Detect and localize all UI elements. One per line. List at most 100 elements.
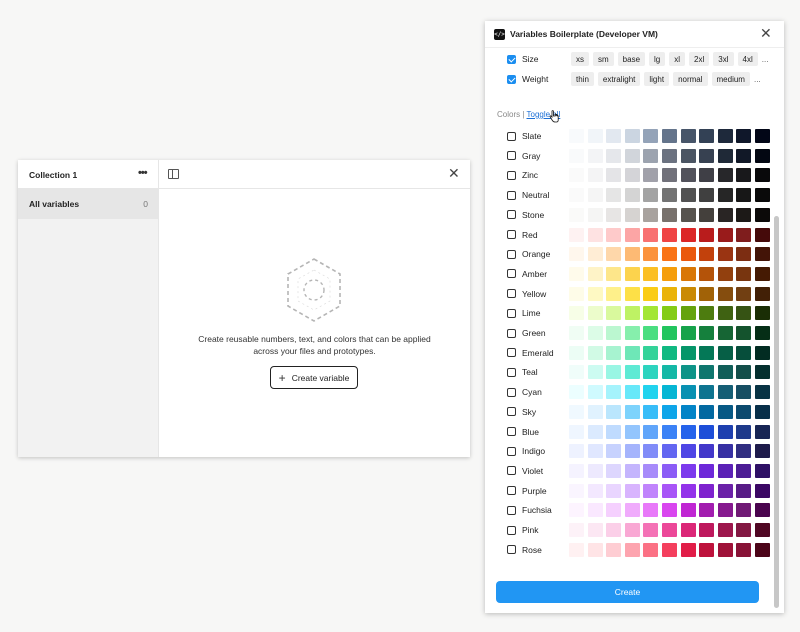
color-checkbox[interactable] [507, 131, 516, 141]
color-row-green[interactable]: Green [507, 326, 577, 340]
color-checkbox[interactable] [507, 545, 516, 555]
color-swatch [606, 424, 622, 439]
create-variable-label: Create variable [291, 372, 350, 383]
color-checkbox[interactable] [507, 505, 516, 515]
color-swatch [569, 247, 584, 262]
color-swatch [717, 444, 733, 459]
size-chip[interactable]: lg [649, 52, 666, 66]
color-swatch [754, 463, 770, 478]
color-checkbox[interactable] [507, 486, 516, 496]
color-row-lime[interactable]: Lime [507, 306, 577, 320]
color-row-amber[interactable]: Amber [507, 267, 577, 281]
close-icon[interactable]: ✕ [760, 26, 772, 40]
color-checkbox[interactable] [507, 230, 516, 239]
color-swatch [643, 148, 659, 163]
size-chip[interactable]: 2xl [689, 52, 710, 66]
option-row-size[interactable]: Size [507, 52, 567, 66]
scrollbar-thumb[interactable] [774, 216, 779, 608]
color-checkbox[interactable] [507, 446, 516, 456]
color-swatch [736, 385, 752, 400]
create-variable-button[interactable]: + Create variable [270, 366, 358, 389]
color-swatch [680, 326, 696, 340]
size-chip[interactable]: 3xl [713, 52, 734, 66]
color-row-pink[interactable]: Pink [507, 523, 577, 537]
size-chip[interactable]: base [617, 52, 646, 66]
color-swatch [569, 404, 584, 419]
color-checkbox[interactable] [507, 427, 516, 436]
color-swatch [624, 266, 640, 281]
color-swatch [569, 463, 584, 478]
color-swatch [661, 207, 677, 222]
weight-checkbox[interactable] [507, 74, 516, 84]
color-swatch [717, 424, 733, 439]
color-row-red[interactable]: Red [507, 228, 577, 242]
weight-chip[interactable]: extralight [597, 72, 641, 86]
color-swatch [587, 207, 603, 222]
weight-chip[interactable]: medium [711, 72, 750, 86]
color-row-indigo[interactable]: Indigo [507, 444, 577, 458]
size-checkbox[interactable] [507, 54, 516, 64]
color-row-gray[interactable]: Gray [507, 149, 577, 163]
color-row-fuchsia[interactable]: Fuchsia [507, 503, 577, 517]
color-row-emerald[interactable]: Emerald [507, 346, 577, 360]
color-checkbox[interactable] [507, 289, 516, 299]
color-row-yellow[interactable]: Yellow [507, 287, 577, 301]
option-row-weight[interactable]: Weight [507, 72, 567, 86]
color-row-cyan[interactable]: Cyan [507, 385, 577, 399]
color-swatch [587, 463, 603, 478]
sidebar-item-all-variables[interactable]: All variables 0 [18, 189, 159, 219]
color-checkbox[interactable] [507, 170, 516, 180]
close-icon[interactable]: ✕ [448, 166, 460, 180]
color-swatch [754, 503, 770, 518]
size-chip[interactable]: 4xl [737, 52, 758, 66]
color-swatch [661, 306, 677, 321]
weight-chip[interactable]: thin [571, 72, 594, 86]
color-swatch [699, 168, 715, 183]
color-row-violet[interactable]: Violet [507, 464, 577, 478]
color-swatch [624, 542, 640, 557]
color-checkbox[interactable] [507, 328, 516, 338]
color-checkbox[interactable] [507, 269, 516, 279]
color-swatch [643, 523, 659, 537]
color-swatch [754, 444, 770, 459]
color-swatch [699, 365, 715, 380]
color-row-purple[interactable]: Purple [507, 484, 577, 498]
size-chip[interactable]: sm [593, 52, 614, 66]
color-checkbox[interactable] [507, 367, 516, 377]
color-swatches [569, 326, 774, 340]
size-chip[interactable]: xs [571, 52, 589, 66]
create-button[interactable]: Create [496, 581, 759, 603]
size-chip[interactable]: xl [669, 52, 686, 66]
color-swatch [624, 345, 640, 360]
color-row-blue[interactable]: Blue [507, 425, 577, 439]
color-swatch [569, 326, 584, 340]
color-swatch [736, 483, 752, 498]
color-checkbox[interactable] [507, 190, 516, 200]
color-checkbox[interactable] [507, 308, 516, 318]
color-checkbox[interactable] [507, 525, 516, 535]
color-row-orange[interactable]: Orange [507, 247, 577, 261]
color-row-stone[interactable]: Stone [507, 208, 577, 222]
color-row-rose[interactable]: Rose [507, 543, 577, 557]
weight-chip[interactable]: light [644, 72, 670, 86]
color-row-teal[interactable]: Teal [507, 365, 577, 379]
color-checkbox[interactable] [507, 387, 516, 397]
color-row-neutral[interactable]: Neutral [507, 188, 577, 202]
more-options-icon[interactable]: ••• [138, 167, 148, 179]
color-checkbox[interactable] [507, 466, 516, 476]
color-row-zinc[interactable]: Zinc [507, 168, 577, 182]
variables-panel: Collection 1 ••• ✕ All variables 0 Creat… [18, 160, 470, 457]
color-checkbox[interactable] [507, 348, 516, 358]
weight-chip[interactable]: normal [673, 72, 708, 86]
color-swatch [754, 542, 770, 557]
toggle-sidebar-icon[interactable] [168, 169, 179, 179]
color-row-slate[interactable]: Slate [507, 129, 577, 143]
color-swatch [606, 483, 622, 498]
color-row-sky[interactable]: Sky [507, 405, 577, 419]
color-checkbox[interactable] [507, 407, 516, 417]
color-checkbox[interactable] [507, 210, 516, 220]
color-swatch [717, 404, 733, 419]
color-checkbox[interactable] [507, 249, 516, 259]
color-checkbox[interactable] [507, 151, 516, 161]
color-swatch [643, 129, 659, 143]
